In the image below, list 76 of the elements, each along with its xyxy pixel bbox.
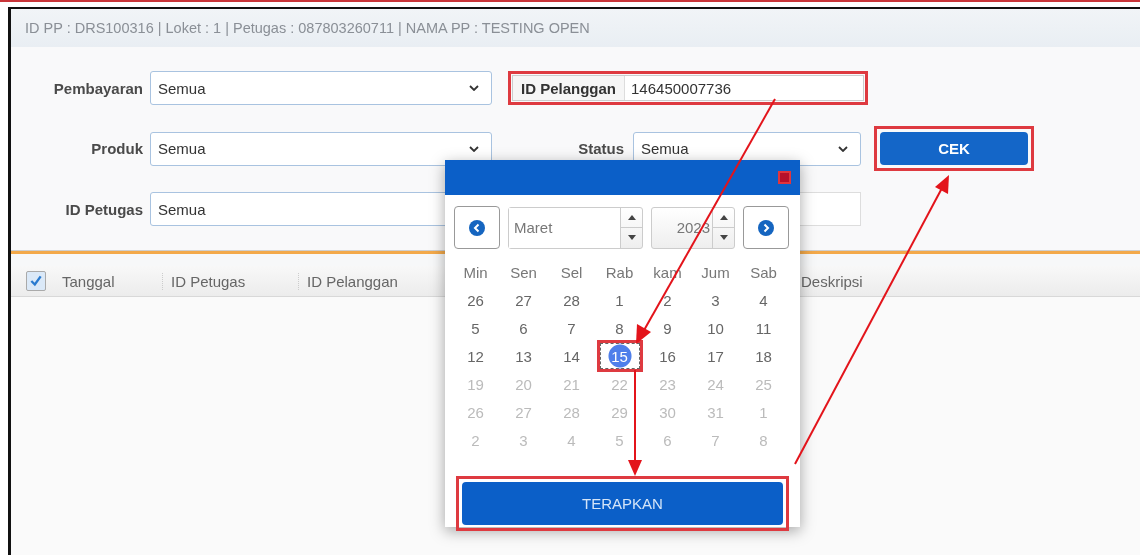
calendar-day[interactable]: 8	[601, 314, 638, 342]
down-triangle-icon[interactable]	[719, 235, 728, 241]
calendar-day[interactable]: 11	[745, 314, 782, 342]
calendar-day: 23	[649, 370, 686, 398]
calendar-day: 2	[457, 426, 494, 454]
chevron-icon	[838, 145, 848, 152]
weekday-label: Sel	[559, 262, 584, 283]
customer-id-field[interactable]: ID Pelanggan 146450007736	[512, 75, 864, 101]
calendar-day: 5	[601, 426, 638, 454]
calendar-day: 20	[505, 370, 542, 398]
calendar-day[interactable]: 13	[505, 342, 542, 370]
calendar-day: 21	[553, 370, 590, 398]
calendar-day[interactable]: 17	[697, 342, 734, 370]
calendar-day: 24	[697, 370, 734, 398]
previous-month-button[interactable]	[454, 206, 500, 249]
check-button[interactable]: CEK	[880, 132, 1028, 165]
field-label: Status	[578, 140, 625, 157]
column-header[interactable]: ID Petugas	[171, 272, 299, 290]
calendar-day[interactable]: 27	[505, 286, 542, 314]
calendar-day[interactable]: 18	[745, 342, 782, 370]
chevron-icon	[469, 145, 479, 152]
calendar-day: 3	[505, 426, 542, 454]
apply-button[interactable]: TERAPKAN	[462, 482, 783, 525]
calendar-day[interactable]: 7	[553, 314, 590, 342]
next-month-button[interactable]	[743, 206, 789, 249]
calendar-day: 29	[601, 398, 638, 426]
calendar-day[interactable]: 9	[649, 314, 686, 342]
calendar-day[interactable]: 2	[649, 286, 686, 314]
calendar-day[interactable]: 10	[697, 314, 734, 342]
weekday-label: Rab	[604, 262, 635, 283]
weekday-label: Jum	[700, 262, 731, 283]
calendar-day[interactable]: 28	[553, 286, 590, 314]
calendar-day[interactable]: 26	[457, 286, 494, 314]
weekday-label: Sab	[749, 262, 778, 283]
calendar-day: 8	[745, 426, 782, 454]
calendar-day: 7	[697, 426, 734, 454]
payment-select[interactable]: Semua	[150, 71, 492, 105]
calendar-day: 4	[553, 426, 590, 454]
calendar-day[interactable]: 15	[599, 343, 640, 369]
product-select[interactable]: Semua	[150, 131, 492, 166]
status-select[interactable]: Semua	[633, 131, 861, 166]
calendar-day: 6	[649, 426, 686, 454]
calendar-day: 25	[745, 370, 782, 398]
down-triangle-icon[interactable]	[627, 235, 636, 241]
weekday-label: Min	[462, 262, 489, 283]
weekday-label: Sen	[509, 262, 538, 283]
column-header[interactable]: ID Pelanggan	[307, 272, 447, 290]
column-header[interactable]: Deskripsi	[801, 272, 863, 290]
month-spinner[interactable]: Maret	[508, 206, 643, 249]
calendar-day[interactable]: 3	[697, 286, 734, 314]
calendar-day[interactable]: 14	[553, 342, 590, 370]
calendar-day[interactable]: 12	[457, 342, 494, 370]
calendar-day: 31	[697, 398, 734, 426]
chevron-left-icon	[469, 219, 485, 236]
chevron-right-icon	[758, 219, 774, 236]
calendar-day: 26	[457, 398, 494, 426]
chevron-icon	[469, 85, 479, 91]
column-header[interactable]: Tanggal	[62, 272, 163, 290]
select-all-checkbox[interactable]	[26, 271, 46, 291]
up-triangle-icon[interactable]	[627, 214, 636, 220]
session-info: ID PP : DRS100316 | Loket : 1 | Petugas : 087803260711 | NAMA PP : TESTING OPEN	[25, 20, 590, 36]
calendar-day[interactable]: 16	[649, 342, 686, 370]
calendar-day: 22	[601, 370, 638, 398]
calendar-day[interactable]: 6	[505, 314, 542, 342]
calendar-day: 19	[457, 370, 494, 398]
field-label: Pembayaran	[53, 79, 144, 97]
calendar-day: 28	[553, 398, 590, 426]
calendar-day[interactable]: 5	[457, 314, 494, 342]
field-label: ID Petugas	[65, 200, 144, 218]
calendar-day: 30	[649, 398, 686, 426]
up-triangle-icon[interactable]	[719, 214, 728, 220]
field-label: Produk	[91, 140, 144, 157]
calendar-day[interactable]: 4	[745, 286, 782, 314]
calendar-day[interactable]: 1	[601, 286, 638, 314]
calendar-day: 1	[745, 398, 782, 426]
calendar-day: 27	[505, 398, 542, 426]
